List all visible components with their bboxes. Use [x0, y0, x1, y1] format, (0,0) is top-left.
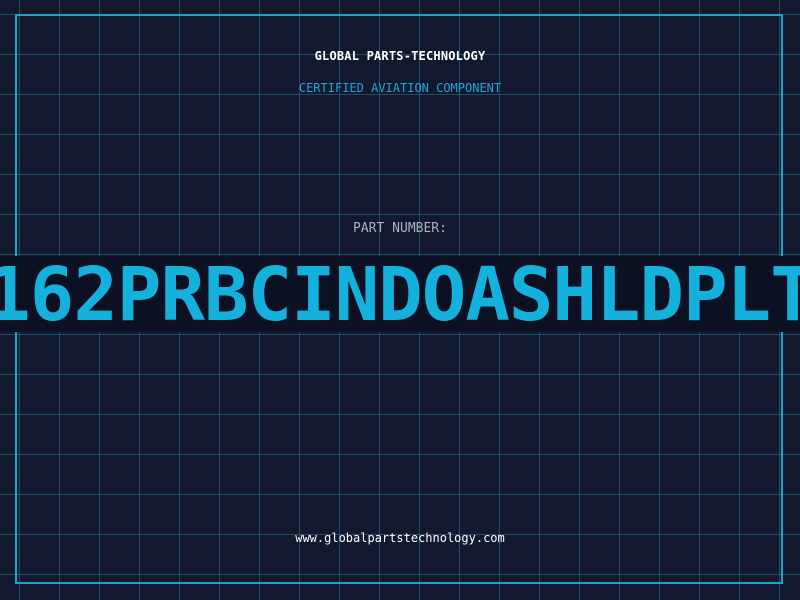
part-number-band: 162PRBCINDOASHLDPLT	[0, 256, 800, 332]
part-number-value: 162PRBCINDOASHLDPLT	[0, 256, 800, 332]
brand-subtitle: CERTIFIED AVIATION COMPONENT	[298, 81, 502, 95]
certificate-page: GLOBAL PARTS-TECHNOLOGY CERTIFIED AVIATI…	[0, 0, 800, 600]
website-url: www.globalpartstechnology.com	[295, 531, 505, 545]
brand-title: GLOBAL PARTS-TECHNOLOGY	[314, 49, 486, 63]
part-number-label: PART NUMBER:	[353, 221, 447, 236]
